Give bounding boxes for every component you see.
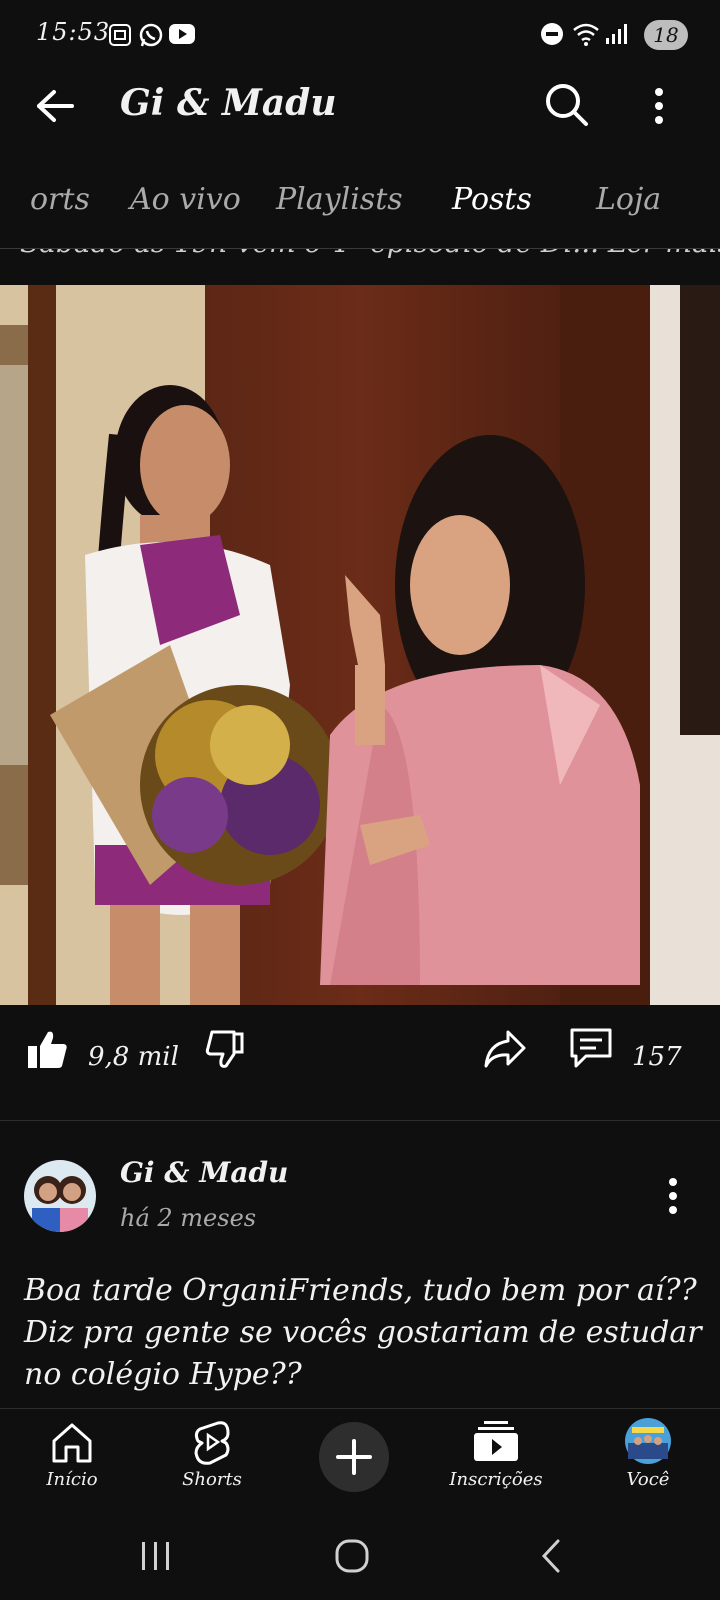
status-time: 15:53 bbox=[36, 18, 111, 46]
post-timestamp: há 2 meses bbox=[120, 1204, 257, 1232]
avatar[interactable] bbox=[24, 1160, 96, 1232]
like-count: 9,8 mil bbox=[88, 1042, 179, 1072]
like-icon[interactable] bbox=[26, 1028, 68, 1070]
tab-shorts[interactable]: orts bbox=[30, 182, 90, 217]
comment-icon[interactable] bbox=[568, 1026, 614, 1070]
nav-you[interactable]: Você bbox=[588, 1409, 708, 1519]
nav-shorts-label: Shorts bbox=[182, 1469, 242, 1490]
share-icon[interactable] bbox=[482, 1028, 528, 1070]
back-button-icon[interactable] bbox=[536, 1538, 566, 1574]
wifi-icon bbox=[573, 23, 599, 46]
post-text-line: no colégio Hype?? bbox=[24, 1357, 302, 1392]
tab-live[interactable]: Ao vivo bbox=[130, 182, 241, 217]
signal-icon bbox=[606, 24, 627, 44]
dnd-icon bbox=[541, 23, 563, 45]
shorts-icon bbox=[194, 1421, 230, 1465]
more-vert-icon[interactable] bbox=[652, 86, 666, 126]
dislike-icon[interactable] bbox=[204, 1028, 246, 1070]
screenshot-icon bbox=[109, 24, 131, 46]
profile-avatar-icon bbox=[625, 1418, 671, 1464]
home-icon bbox=[52, 1423, 92, 1463]
avatar-image bbox=[24, 1160, 96, 1232]
arrow-left-icon[interactable] bbox=[34, 88, 76, 124]
system-navigation-bar bbox=[0, 1518, 720, 1600]
nav-shorts[interactable]: Shorts bbox=[152, 1409, 272, 1519]
whatsapp-icon bbox=[139, 23, 163, 47]
comment-count: 157 bbox=[632, 1042, 682, 1072]
post-photo bbox=[0, 285, 720, 1005]
post-author[interactable]: Gi & Madu bbox=[120, 1156, 288, 1189]
nav-home-label: Início bbox=[46, 1469, 98, 1490]
add-icon bbox=[319, 1422, 389, 1492]
create-button[interactable] bbox=[316, 1409, 392, 1519]
post-text-line: Boa tarde OrganiFriends, tudo bem por aí… bbox=[24, 1273, 697, 1308]
nav-home[interactable]: Início bbox=[12, 1409, 132, 1519]
bottom-navigation: Início Shorts Inscrições Você bbox=[0, 1408, 720, 1519]
post-text[interactable]: Boa tarde OrganiFriends, tudo bem por aí… bbox=[24, 1270, 702, 1396]
tab-posts[interactable]: Posts bbox=[452, 182, 532, 217]
tab-store[interactable]: Loja bbox=[596, 182, 661, 217]
search-icon[interactable] bbox=[544, 82, 590, 128]
post-image[interactable] bbox=[0, 285, 720, 1005]
channel-tabs: orts Ao vivo Playlists Posts Loja bbox=[0, 170, 720, 249]
subscriptions-icon bbox=[474, 1421, 518, 1461]
home-button-icon[interactable] bbox=[334, 1538, 370, 1574]
post-text-line: Diz pra gente se vocês gostariam de estu… bbox=[24, 1315, 702, 1350]
nav-subscriptions[interactable]: Inscrições bbox=[436, 1409, 556, 1519]
tab-playlists[interactable]: Playlists bbox=[276, 182, 403, 217]
channel-title: Gi & Madu bbox=[120, 82, 337, 124]
post-more-icon[interactable] bbox=[666, 1176, 680, 1216]
nav-you-label: Você bbox=[626, 1469, 670, 1490]
status-bar: 15:53 18 bbox=[0, 0, 720, 70]
battery-indicator: 18 bbox=[644, 20, 688, 50]
nav-subscriptions-label: Inscrições bbox=[449, 1469, 543, 1490]
youtube-notification-icon bbox=[169, 24, 195, 44]
recent-apps-icon[interactable] bbox=[138, 1540, 174, 1572]
app-bar bbox=[0, 70, 720, 180]
